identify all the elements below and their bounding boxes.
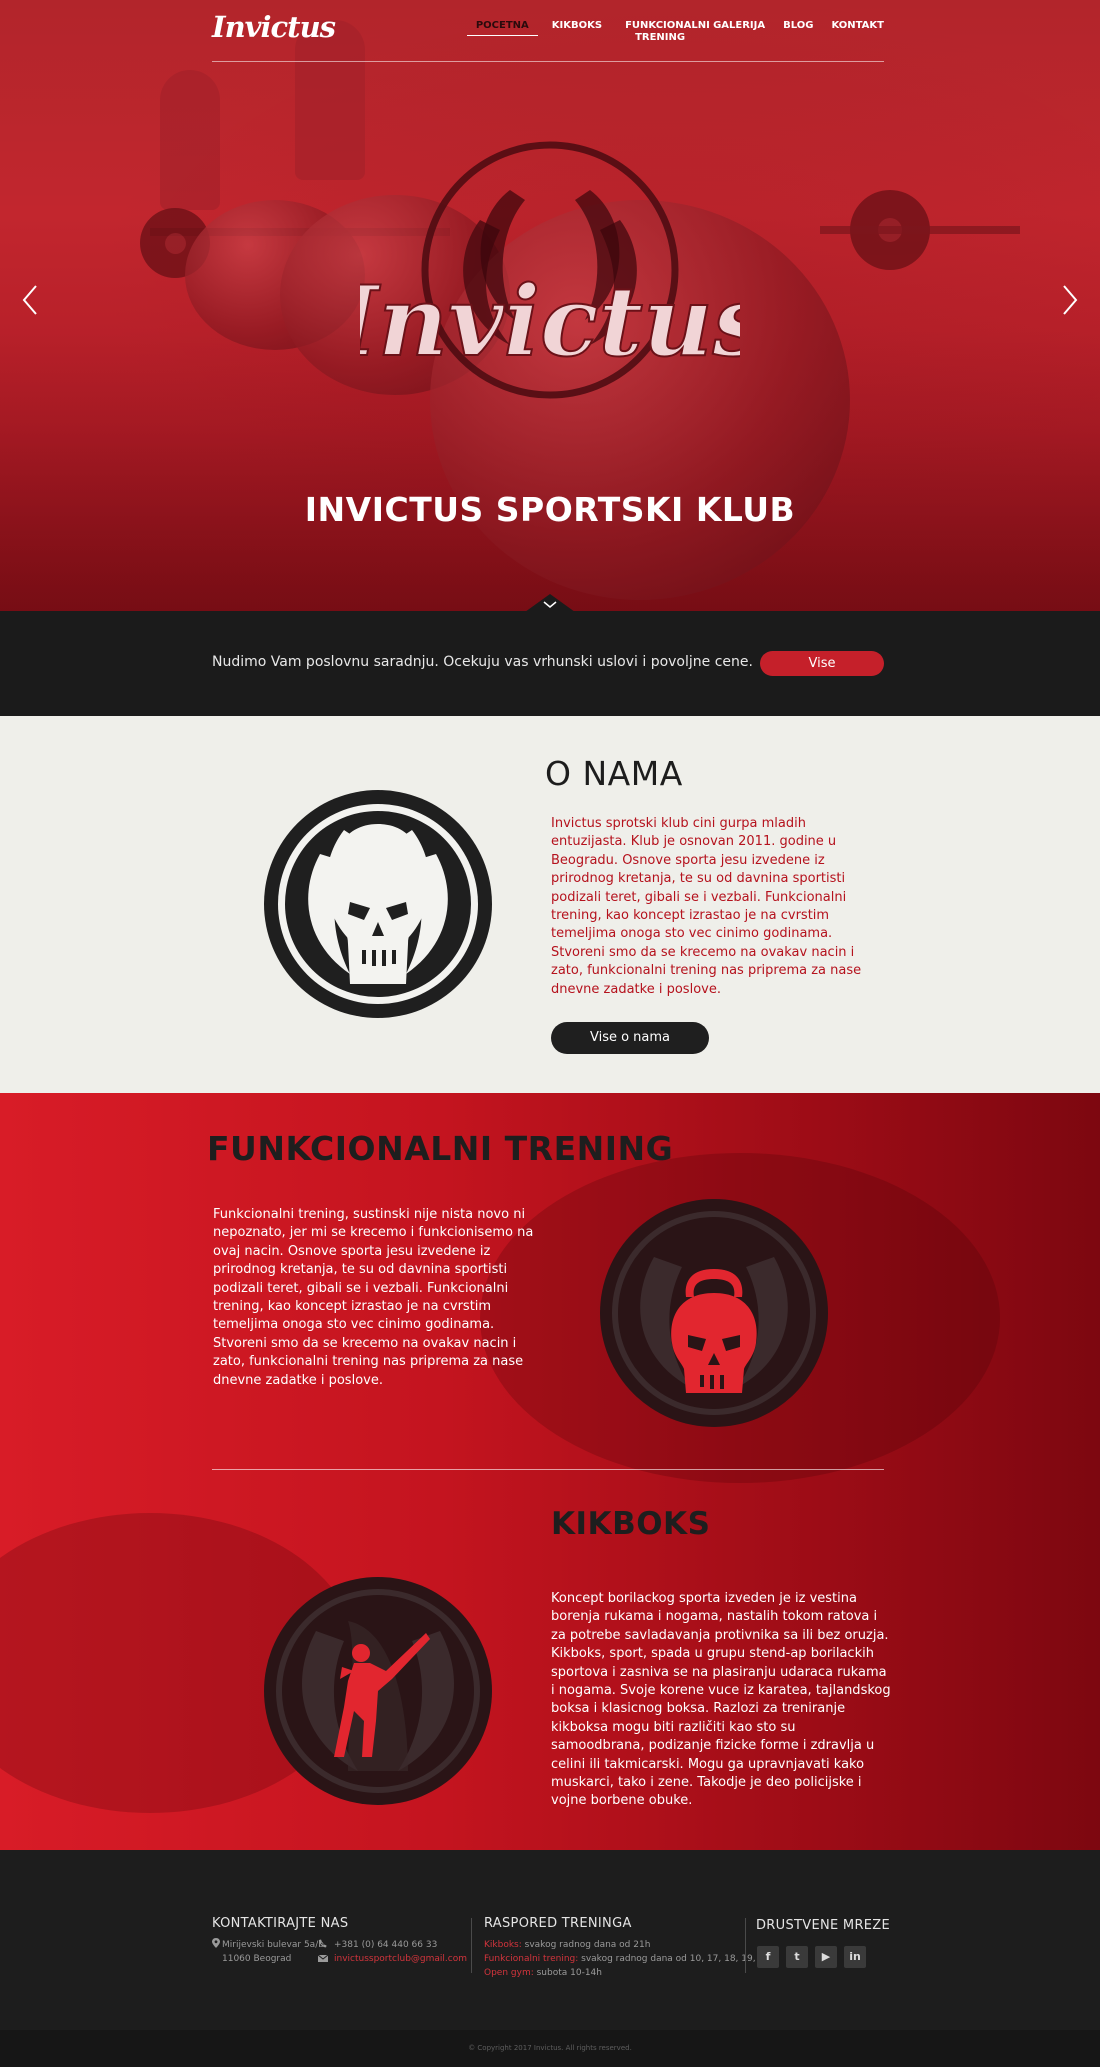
schedule-time: svakog radnog dana od 21h	[521, 1940, 651, 1950]
social-title: DRUSTVENE MREZE	[756, 1918, 891, 1933]
scroll-down-button[interactable]	[525, 594, 575, 611]
copyright-text: © Copyright 2017 Invictus. All rights re…	[468, 2044, 632, 2052]
schedule-name: Open gym:	[484, 1968, 534, 1978]
functional-title: FUNKCIONALNI TRENING	[207, 1129, 674, 1168]
copyright-bar: © Copyright 2017 Invictus. All rights re…	[0, 2030, 1100, 2067]
hero-slider: Invictus POCETNA KIKBOKS FUNKCIONALNI TR…	[0, 0, 1100, 611]
slider-prev-button[interactable]	[18, 280, 42, 320]
menu-item-kikboks[interactable]: KIKBOKS	[538, 20, 616, 44]
kickboxer-emblem-logo	[264, 1577, 492, 1805]
programs-section: FUNKCIONALNI TRENING Funkcionalni trenin…	[0, 1093, 1100, 1850]
about-section: O NAMA Invictus sprotski klub cini gurpa…	[0, 716, 1100, 1093]
hero-logo-text: Invictus	[360, 265, 740, 378]
footer: KONTAKTIRAJTE NAS Mirijevski bulevar 5a/…	[0, 1850, 1100, 2030]
schedule-title: RASPORED TRENINGA	[484, 1916, 632, 1931]
chevron-left-icon	[22, 285, 37, 315]
about-more-button[interactable]: Vise o nama	[551, 1022, 709, 1054]
address-line-1: Mirijevski bulevar 5a/b	[222, 1940, 324, 1950]
hero-title: INVICTUS SPORTSKI KLUB	[304, 490, 796, 529]
schedule-item: Funkcionalni trening: svakog radnog dana…	[484, 1952, 776, 1966]
functional-text: Funkcionalni trening, sustinski nije nis…	[213, 1207, 534, 1388]
hero-logo-emblem: Invictus	[360, 141, 740, 399]
phone-icon	[318, 1939, 327, 1948]
hero-bg-person	[160, 70, 220, 210]
kickbox-title: KIKBOKS	[551, 1506, 711, 1542]
skull-emblem-logo	[264, 790, 492, 1018]
about-text: Invictus sprotski klub cini gurpa mladih…	[551, 816, 862, 997]
schedule-item: Open gym: subota 10-14h	[484, 1966, 602, 1980]
site-logo[interactable]: Invictus	[212, 10, 336, 44]
twitter-icon[interactable]: t	[786, 1946, 808, 1968]
menu-item-kontakt[interactable]: KONTAKT	[822, 20, 884, 44]
email-link[interactable]: invictussportclub@gmail.com	[334, 1952, 467, 1966]
youtube-icon[interactable]: ▶	[815, 1946, 837, 1968]
schedule-name: Kikboks:	[484, 1940, 522, 1950]
kickbox-text: Koncept borilackog sporta izveden je iz …	[551, 1591, 891, 1809]
menu: POCETNA KIKBOKS FUNKCIONALNI TRENING GAL…	[466, 20, 884, 44]
footer-separator	[471, 1918, 472, 1973]
menu-item-funkcionalni-trening[interactable]: FUNKCIONALNI TRENING	[616, 20, 710, 44]
schedule-name: Funkcionalni trening:	[484, 1954, 579, 1964]
cta-bar: Nudimo Vam poslovnu saradnju. Ocekuju va…	[0, 611, 1100, 716]
main-navigation: Invictus POCETNA KIKBOKS FUNKCIONALNI TR…	[212, 0, 884, 62]
chevron-right-icon	[1063, 285, 1078, 315]
hero-bg-barbell	[820, 226, 1020, 234]
menu-item-pocetna[interactable]: POCETNA	[466, 20, 538, 36]
menu-item-galerija[interactable]: GALERIJA	[704, 20, 774, 44]
schedule-item: Kikboks: svakog radnog dana od 21h	[484, 1938, 650, 1952]
about-title: O NAMA	[545, 754, 683, 793]
cta-more-button[interactable]: Vise	[760, 651, 884, 676]
menu-item-blog[interactable]: BLOG	[774, 20, 822, 44]
footer-separator	[745, 1918, 746, 1973]
address-line-2: 11060 Beograd	[222, 1954, 292, 1964]
phone-number[interactable]: +381 (0) 64 440 66 33	[334, 1938, 437, 1952]
contact-title: KONTAKTIRAJTE NAS	[212, 1916, 349, 1931]
slider-next-button[interactable]	[1058, 280, 1082, 320]
cta-text: Nudimo Vam poslovnu saradnju. Ocekuju va…	[212, 654, 753, 670]
section-divider	[212, 1469, 884, 1470]
schedule-time: svakog radnog dana od 10, 17, 18, 19, 20…	[578, 1954, 776, 1964]
mail-icon	[318, 1955, 328, 1962]
facebook-icon[interactable]: f	[757, 1946, 779, 1968]
schedule-time: subota 10-14h	[533, 1968, 602, 1978]
map-pin-icon	[212, 1938, 220, 1948]
kettlebell-skull-logo	[600, 1199, 828, 1427]
linkedin-icon[interactable]: in	[844, 1946, 866, 1968]
